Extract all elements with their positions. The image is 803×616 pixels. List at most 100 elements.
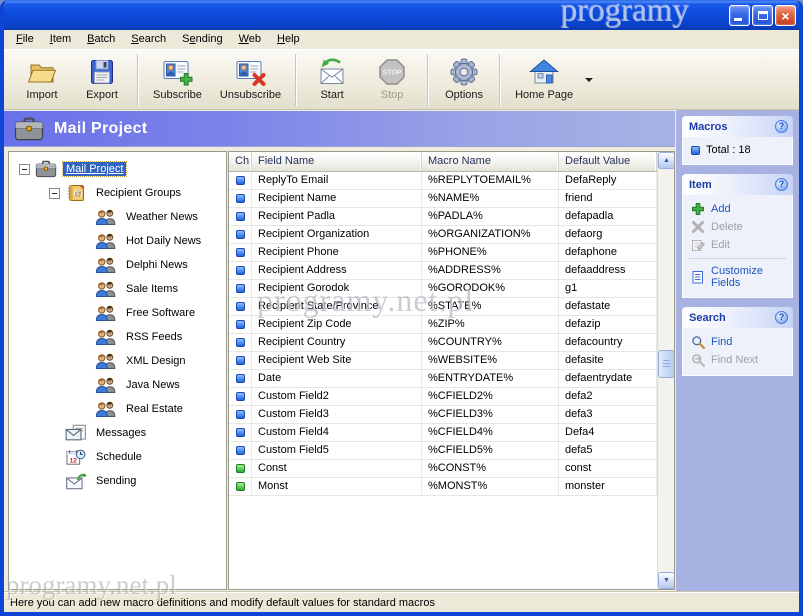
scroll-down-button[interactable]: ▼ [658, 572, 675, 589]
default-value-cell: defazip [559, 316, 657, 333]
blue-square-icon [236, 284, 245, 293]
menu-search[interactable]: Search [123, 31, 174, 48]
tree-item-xml-design[interactable]: XML Design [123, 354, 189, 368]
vertical-scrollbar[interactable]: ▲ ▼ [657, 152, 674, 589]
help-icon[interactable]: ? [775, 178, 788, 191]
tree-item-messages[interactable]: Messages [93, 426, 149, 440]
macro-name-cell: %REPLYTOEMAIL% [422, 172, 559, 189]
window-controls: × [729, 5, 796, 26]
row-status-cell [229, 172, 252, 189]
macro-row[interactable]: Recipient Zip Code%ZIP%defazip [229, 316, 674, 334]
home-page-dropdown[interactable] [582, 54, 596, 106]
scroll-up-button[interactable]: ▲ [658, 152, 675, 169]
macro-row[interactable]: Custom Field2%CFIELD2%defa2 [229, 388, 674, 406]
macro-row[interactable]: Recipient Phone%PHONE%defaphone [229, 244, 674, 262]
tree-item-recipient-groups[interactable]: Recipient Groups [93, 186, 184, 200]
tree-item-sale-items[interactable]: Sale Items [123, 282, 181, 296]
subscribe-button[interactable]: Subscribe [145, 54, 210, 106]
macro-row[interactable]: Recipient Padla%PADLA%defapadla [229, 208, 674, 226]
macro-row[interactable]: Recipient Country%COUNTRY%defacountry [229, 334, 674, 352]
default-value-cell: defaphone [559, 244, 657, 261]
macro-row[interactable]: Custom Field4%CFIELD4%Defa4 [229, 424, 674, 442]
tree-item-hot-daily-news[interactable]: Hot Daily News [123, 234, 204, 248]
tree-collapse-toggle[interactable] [19, 164, 30, 175]
close-button[interactable]: × [775, 5, 796, 26]
tree-item-schedule[interactable]: Schedule [93, 450, 145, 464]
macro-row[interactable]: Custom Field5%CFIELD5%defa5 [229, 442, 674, 460]
default-value-cell: defa5 [559, 442, 657, 459]
item-panel-title: Item [689, 179, 712, 191]
macro-row[interactable]: Recipient Name%NAME%friend [229, 190, 674, 208]
action-find-next: Find Next [683, 351, 792, 369]
tree-item-sending[interactable]: Sending [93, 474, 139, 488]
macro-row[interactable]: Custom Field3%CFIELD3%defa3 [229, 406, 674, 424]
maximize-button[interactable] [752, 5, 773, 26]
column-header-default-value[interactable]: Default Value [559, 152, 657, 171]
tree-row: Real Estate [9, 397, 226, 421]
options-button[interactable]: Options [435, 54, 493, 106]
green-square-icon [236, 464, 245, 473]
column-header-ch[interactable]: Ch [229, 152, 252, 171]
macro-row[interactable]: Const%CONST%const [229, 460, 674, 478]
action-find[interactable]: Find [683, 333, 792, 351]
tree-collapse-toggle[interactable] [49, 188, 60, 199]
unsubscribe-button[interactable]: Unsubscribe [212, 54, 289, 106]
tree-row: Free Software [9, 301, 226, 325]
macro-row[interactable]: Recipient Address%ADDRESS%defaaddress [229, 262, 674, 280]
action-customize-fields[interactable]: Customize Fields [683, 263, 792, 291]
start-button[interactable]: Start [303, 54, 361, 106]
macro-row[interactable]: ReplyTo Email%REPLYTOEMAIL%DefaReply [229, 172, 674, 190]
row-status-cell [229, 406, 252, 423]
tree-item-weather-news[interactable]: Weather News [123, 210, 201, 224]
macro-row[interactable]: Monst%MONST%monster [229, 478, 674, 496]
import-button[interactable]: Import [13, 54, 71, 106]
macro-name-cell: %COUNTRY% [422, 334, 559, 351]
home-page-button[interactable]: Home Page [507, 54, 581, 106]
action-add[interactable]: Add [683, 200, 792, 218]
tree-item-delphi-news[interactable]: Delphi News [123, 258, 191, 272]
menu-item[interactable]: Item [42, 31, 79, 48]
tree-row: Sending [9, 469, 226, 493]
blue-square-icon [236, 176, 245, 185]
help-icon[interactable]: ? [775, 311, 788, 324]
tree-item-mail-project[interactable]: Mail Project [63, 162, 126, 176]
tree-item-free-software[interactable]: Free Software [123, 306, 198, 320]
field-name-cell: Recipient Padla [252, 208, 422, 225]
macro-name-cell: %CFIELD5% [422, 442, 559, 459]
column-header-field-name[interactable]: Field Name [252, 152, 422, 171]
macro-row[interactable]: Date%ENTRYDATE%defaentrydate [229, 370, 674, 388]
action-add-label: Add [711, 203, 731, 215]
tree-item-real-estate[interactable]: Real Estate [123, 402, 186, 416]
row-status-cell [229, 478, 252, 495]
row-status-cell [229, 262, 252, 279]
tree-row: @Recipient Groups [9, 181, 226, 205]
search-panel: Search ? FindFind Next [682, 307, 793, 376]
tree-item-java-news[interactable]: Java News [123, 378, 183, 392]
toolbar-separator [499, 54, 501, 106]
menu-web[interactable]: Web [231, 31, 269, 48]
macro-name-cell: %CONST% [422, 460, 559, 477]
help-icon[interactable]: ? [775, 120, 788, 133]
menu-sending[interactable]: Sending [174, 31, 230, 48]
field-name-cell: Custom Field5 [252, 442, 422, 459]
tree-item-rss-feeds[interactable]: RSS Feeds [123, 330, 185, 344]
default-value-cell: defaentrydate [559, 370, 657, 387]
title-bar[interactable]: programy × [0, 0, 803, 30]
macro-row[interactable]: Recipient Gorodok%GORODOK%g1 [229, 280, 674, 298]
start-label: Start [320, 89, 343, 101]
menu-batch[interactable]: Batch [79, 31, 123, 48]
export-label: Export [86, 89, 118, 101]
scroll-thumb[interactable] [658, 350, 675, 378]
macro-row[interactable]: Recipient State/Province%STATE%defastate [229, 298, 674, 316]
group-icon [95, 352, 117, 370]
menu-file[interactable]: File [8, 31, 42, 48]
tree-row: Mail Project [9, 157, 226, 181]
menu-help[interactable]: Help [269, 31, 308, 48]
macro-row[interactable]: Recipient Web Site%WEBSITE%defasite [229, 352, 674, 370]
default-value-cell: g1 [559, 280, 657, 297]
column-header-macro-name[interactable]: Macro Name [422, 152, 559, 171]
export-button[interactable]: Export [73, 54, 131, 106]
macro-row[interactable]: Recipient Organization%ORGANIZATION%defa… [229, 226, 674, 244]
group-icon [95, 208, 117, 226]
minimize-button[interactable] [729, 5, 750, 26]
